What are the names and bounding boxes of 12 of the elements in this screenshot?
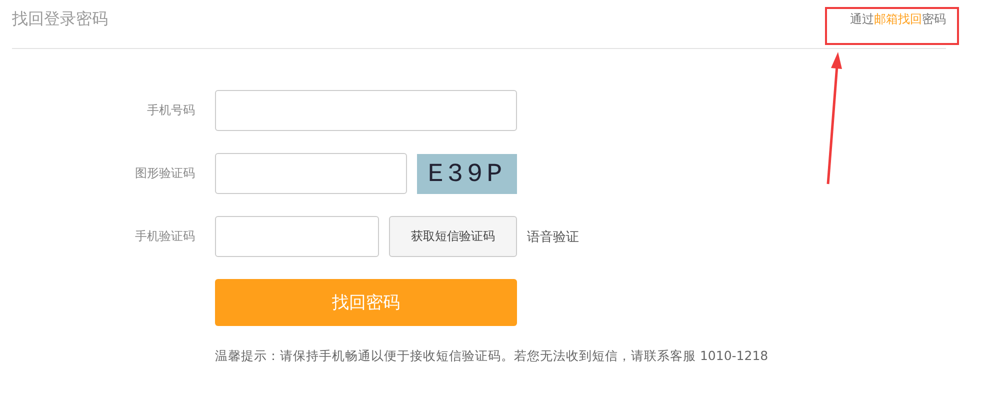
captcha-image[interactable]: E39P [417, 154, 517, 194]
get-sms-code-button[interactable]: 获取短信验证码 [389, 216, 517, 257]
field-label: 手机号码 [146, 102, 195, 119]
switch-method-text: 通过邮箱找回密码 [850, 10, 946, 28]
input-field[interactable] [215, 90, 517, 131]
field-label: 图形验证码 [134, 165, 195, 182]
page-title: 找回登录密码 [12, 8, 108, 30]
voice-verify-link[interactable]: 语音验证 [527, 228, 579, 246]
tip-text: 温馨提示：请保持手机畅通以便于接收短信验证码。若您无法收到短信，请联系客服 1010-1218 [215, 348, 770, 365]
input-field[interactable] [215, 216, 379, 257]
field-label: 手机验证码 [134, 228, 195, 245]
input-field[interactable] [215, 153, 407, 194]
